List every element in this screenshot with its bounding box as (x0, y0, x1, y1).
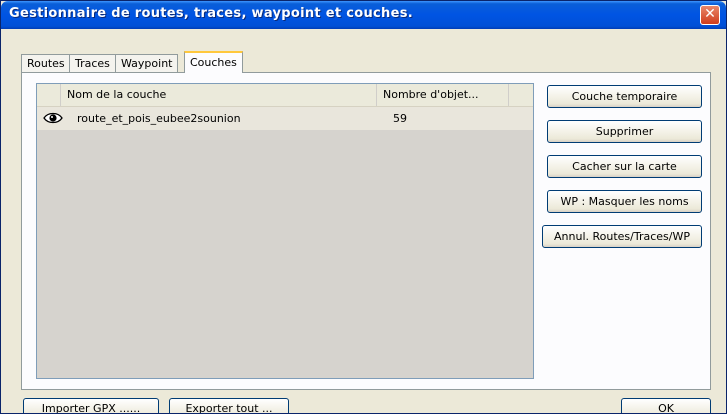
import-gpx-button[interactable]: Importer GPX ...... (23, 398, 159, 413)
column-header-count[interactable]: Nombre d'objet... (377, 84, 509, 106)
layer-object-count: 59 (393, 112, 407, 125)
tab-couches[interactable]: Couches (184, 51, 243, 73)
delete-button[interactable]: Supprimer (547, 120, 702, 143)
layer-manager-window: Gestionnaire de routes, traces, waypoint… (0, 0, 727, 414)
layer-name: route_et_pois_eubee2sounion (77, 112, 241, 125)
export-all-button[interactable]: Exporter tout ... (169, 398, 289, 413)
eye-icon[interactable] (43, 111, 63, 125)
column-header-visibility[interactable] (37, 84, 61, 106)
list-header: Nom de la couche Nombre d'objet... (37, 84, 533, 107)
title-bar[interactable]: Gestionnaire de routes, traces, waypoint… (1, 1, 726, 29)
ok-button[interactable]: OK (621, 398, 711, 413)
close-button[interactable]: ✕ (700, 5, 720, 25)
temporary-layer-button[interactable]: Couche temporaire (547, 85, 702, 108)
couches-panel: Nom de la couche Nombre d'objet... route… (21, 72, 711, 390)
window-title: Gestionnaire de routes, traces, waypoint… (9, 6, 413, 21)
tab-waypoint[interactable]: Waypoint (115, 54, 179, 72)
hide-wp-names-button[interactable]: WP : Masquer les noms (547, 190, 702, 213)
tab-routes[interactable]: Routes (21, 54, 71, 72)
hide-on-map-button[interactable]: Cacher sur la carte (547, 155, 702, 178)
cancel-routes-traces-wp-button[interactable]: Annul. Routes/Traces/WP (542, 225, 702, 248)
layer-list[interactable]: Nom de la couche Nombre d'objet... route… (36, 83, 534, 379)
tab-traces[interactable]: Traces (69, 54, 116, 72)
table-row[interactable]: route_et_pois_eubee2sounion 59 (37, 107, 533, 130)
column-header-name[interactable]: Nom de la couche (61, 84, 377, 106)
